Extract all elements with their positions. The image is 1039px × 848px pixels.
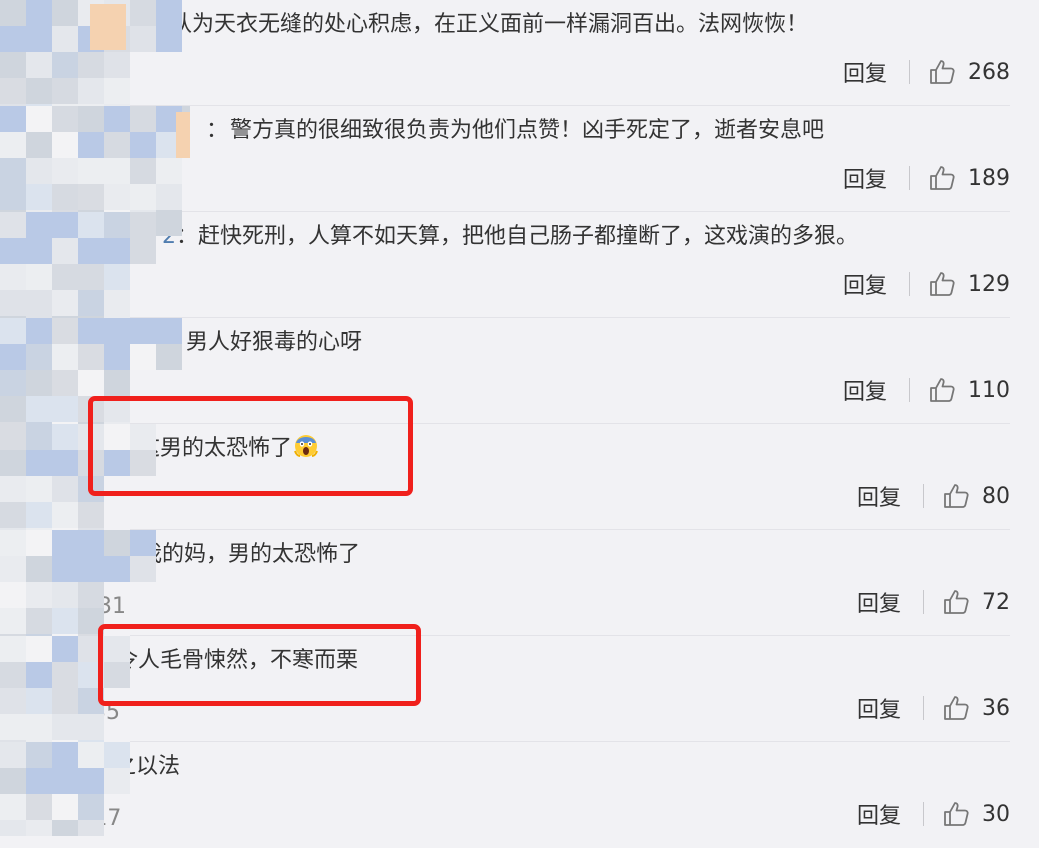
like-button[interactable]: 268 [928,58,1010,86]
like-count: 36 [982,695,1010,721]
comment-actions: 回复 36 [857,688,1010,728]
reply-button[interactable]: 回复 [843,374,887,406]
action-divider [923,696,924,720]
comment-item: ： 警方真的很细致很负责为他们点赞！凶手死定了，逝者安息吧 回复 189 [0,106,1010,212]
highlight-box [88,396,413,496]
like-button[interactable]: 129 [928,270,1010,298]
comment-item: 2： 赶快死刑，人算不如天算，把他自己肠子都撞断了，这戏演的多狠。 回复 129 [0,212,1010,318]
comment-time: 31 [98,594,126,619]
like-button[interactable]: 72 [942,588,1010,616]
reply-button[interactable]: 回复 [857,798,901,830]
reply-button[interactable]: 回复 [843,268,887,300]
comment-text: 绳之以法 [92,754,181,779]
reply-button[interactable]: 回复 [857,692,901,724]
thumbs-up-icon [930,272,955,296]
comment-actions: 回复 189 [843,158,1010,198]
action-divider [923,484,924,508]
comment-text: 男人好狠毒的心呀 [186,330,363,355]
like-button[interactable]: 110 [928,376,1010,404]
comment-actions: 回复 80 [857,476,1010,516]
like-count: 268 [968,59,1010,85]
comment-actions: 回复 268 [843,52,1010,92]
thumbs-up-icon [930,60,955,84]
thumbs-up-icon [944,696,969,720]
reply-button[interactable]: 回复 [843,162,887,194]
like-button[interactable]: 80 [942,482,1010,510]
comment-author[interactable]: ： [206,112,228,144]
action-divider [909,272,910,296]
thumbs-up-icon [944,590,969,614]
like-count: 72 [982,589,1010,615]
thumbs-up-icon [930,166,955,190]
comment-author[interactable]: 强： [138,324,182,356]
comment-item: 绳之以法 :17 回复 30 [0,742,1010,848]
like-count: 30 [982,801,1010,827]
comment-author[interactable]: 2： [162,218,198,250]
like-count: 189 [968,165,1010,191]
action-divider [909,378,910,402]
comment-actions: 回复 30 [857,794,1010,834]
like-count: 129 [968,271,1010,297]
comment-actions: 回复 129 [843,264,1010,304]
like-count: 110 [968,377,1010,403]
like-count: 80 [982,483,1010,509]
comment-text: 我的妈，男的太恐怖了 [140,542,361,567]
comment-text: 自认为天衣无缝的处心积虑，在正义面前一样漏洞百出。法网恢恢！ [148,12,809,37]
thumbs-up-icon [944,484,969,508]
reply-button[interactable]: 回复 [857,480,901,512]
comment-actions: 回复 72 [857,582,1010,622]
reply-button[interactable]: 回复 [857,586,901,618]
like-button[interactable]: 36 [942,694,1010,722]
action-divider [923,802,924,826]
comment-actions: 回复 110 [843,370,1010,410]
reply-button[interactable]: 回复 [843,56,887,88]
comment-text: 赶快死刑，人算不如天算，把他自己肠子都撞断了，这戏演的多狠。 [198,224,859,249]
like-button[interactable]: 189 [928,164,1010,192]
action-divider [909,166,910,190]
highlight-box [98,624,421,706]
action-divider [909,60,910,84]
thumbs-up-icon [944,802,969,826]
comment-author[interactable]: ： [128,6,150,38]
comment-author[interactable]: 新： [98,536,142,568]
comment-item: 新： 我的妈，男的太恐怖了 31 回复 72 [0,530,1010,636]
comment-text: 警方真的很细致很负责为他们点赞！凶手死定了，逝者安息吧 [230,118,825,143]
comment-item: ： 自认为天衣无缝的处心积虑，在正义面前一样漏洞百出。法网恢恢！ 回复 268 [0,0,1010,106]
like-button[interactable]: 30 [942,800,1010,828]
thumbs-up-icon [930,378,955,402]
comment-time: :17 [86,806,122,831]
action-divider [923,590,924,614]
